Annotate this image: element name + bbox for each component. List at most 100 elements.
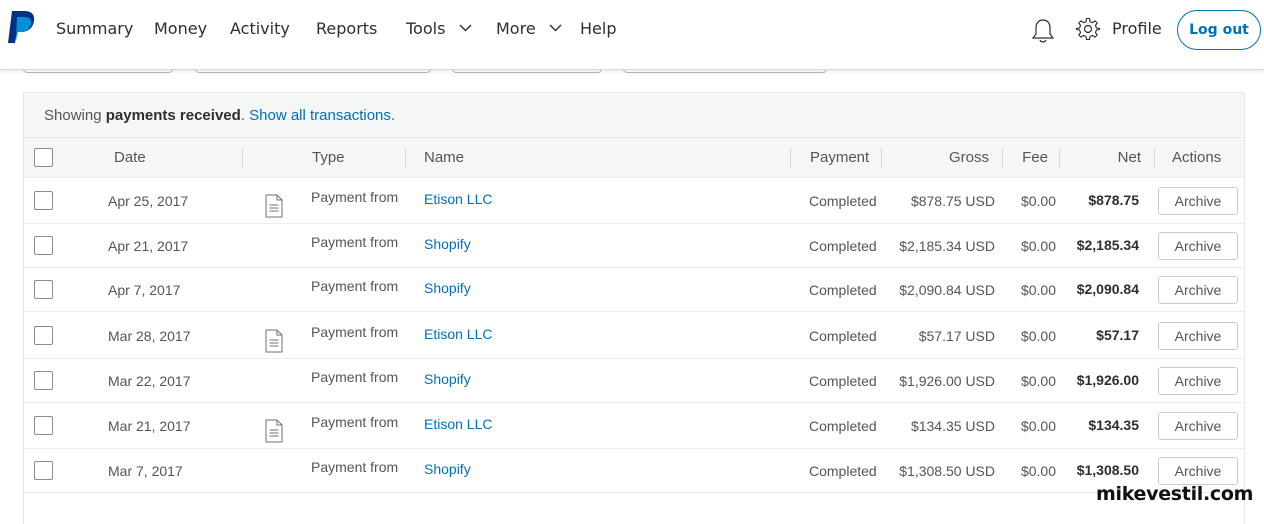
invoice-document-icon[interactable] [265, 194, 283, 218]
row-gross: $134.35 USD [910, 418, 995, 434]
row-name-link[interactable]: Etison LLC [424, 416, 492, 432]
gear-icon[interactable] [1076, 17, 1100, 41]
nav-tools[interactable]: Tools [406, 19, 472, 39]
row-payment-status: Completed [809, 373, 877, 389]
nav-tools-label: Tools [406, 19, 446, 38]
logout-button[interactable]: Log out [1177, 10, 1261, 50]
profile-link[interactable]: Profile [1112, 19, 1162, 38]
row-type: Payment from [311, 234, 399, 250]
row-name-link[interactable]: Shopify [424, 461, 471, 477]
show-all-transactions-link[interactable]: Show all transactions. [249, 107, 395, 124]
chevron-down-icon [459, 24, 472, 32]
header-type[interactable]: Type [312, 149, 345, 166]
bell-icon[interactable] [1031, 18, 1055, 44]
archive-button[interactable]: Archive [1158, 367, 1238, 395]
top-nav: Summary Money Activity Reports Tools Mor… [0, 0, 1264, 70]
table-row[interactable]: Apr 21, 2017 Payment from Shopify Completed… [24, 224, 1244, 268]
select-all-checkbox[interactable] [34, 148, 53, 167]
invoice-document-icon[interactable] [265, 329, 283, 353]
row-payment-status: Completed [809, 238, 877, 254]
row-date: Apr 25, 2017 [108, 193, 189, 209]
nav-help[interactable]: Help [580, 19, 616, 39]
table-row[interactable]: Apr 25, 2017 Payment from Etison LLC Comple… [24, 178, 1244, 224]
header-payment[interactable]: Payment [810, 149, 869, 166]
table-row[interactable]: Mar 21, 2017 Payment from Etison LLC Comple… [24, 403, 1244, 449]
nav-money[interactable]: Money [154, 19, 207, 39]
row-type: Payment from [311, 414, 399, 430]
banner-filter-name: payments received [105, 107, 241, 124]
row-type: Payment from [311, 459, 399, 475]
column-divider [1002, 148, 1003, 168]
row-net: $1,926.00 [1076, 372, 1139, 388]
row-payment-status: Completed [809, 463, 877, 479]
row-gross: $2,185.34 USD [899, 238, 995, 254]
row-type: Payment from [311, 324, 399, 340]
paypal-logo-icon[interactable] [7, 10, 37, 44]
row-gross: $57.17 USD [918, 328, 995, 344]
table-row[interactable]: Mar 22, 2017 Payment from Shopify Completed… [24, 359, 1244, 403]
row-fee: $0.00 [1020, 418, 1056, 434]
row-gross: $878.75 USD [910, 193, 995, 209]
row-name-link[interactable]: Etison LLC [424, 191, 492, 207]
row-gross: $2,090.84 USD [899, 282, 995, 298]
nav-activity[interactable]: Activity [230, 19, 290, 39]
row-payment-status: Completed [809, 328, 877, 344]
row-type: Payment from [311, 369, 399, 385]
archive-button[interactable]: Archive [1158, 232, 1238, 260]
header-actions: Actions [1172, 149, 1222, 166]
row-checkbox[interactable] [34, 191, 53, 210]
column-divider [242, 148, 243, 168]
chevron-down-icon [549, 24, 562, 32]
row-name-link[interactable]: Shopify [424, 371, 471, 387]
archive-button[interactable]: Archive [1158, 276, 1238, 304]
header-net[interactable]: Net [1118, 149, 1141, 166]
header-gross[interactable]: Gross [949, 149, 989, 166]
row-type: Payment from [311, 189, 399, 205]
nav-more[interactable]: More [496, 19, 562, 39]
row-checkbox[interactable] [34, 461, 53, 480]
transactions-panel: Showing payments received. Show all tran… [23, 92, 1245, 524]
row-payment-status: Completed [809, 418, 877, 434]
nav-summary[interactable]: Summary [56, 19, 133, 39]
row-net: $2,185.34 [1076, 237, 1139, 253]
table-row[interactable]: Mar 7, 2017 Payment from Shopify Completed $… [24, 449, 1244, 493]
row-net: $2,090.84 [1076, 281, 1139, 297]
nav-more-label: More [496, 19, 536, 38]
archive-button[interactable]: Archive [1158, 322, 1238, 350]
row-name-link[interactable]: Shopify [424, 280, 471, 296]
row-checkbox[interactable] [34, 371, 53, 390]
row-checkbox[interactable] [34, 416, 53, 435]
row-date: Mar 7, 2017 [108, 463, 183, 479]
row-gross: $1,926.00 USD [899, 373, 995, 389]
row-payment-status: Completed [809, 193, 877, 209]
row-payment-status: Completed [809, 282, 877, 298]
column-divider [1059, 148, 1060, 168]
row-checkbox[interactable] [34, 326, 53, 345]
column-divider [1154, 148, 1155, 168]
table-row[interactable]: Mar 28, 2017 Payment from Etison LLC Comple… [24, 312, 1244, 359]
row-net: $57.17 [1096, 327, 1139, 343]
header-fee[interactable]: Fee [1022, 149, 1048, 166]
banner-prefix: Showing [44, 107, 106, 124]
invoice-document-icon[interactable] [265, 419, 283, 443]
row-date: Mar 21, 2017 [108, 418, 191, 434]
banner-dot: . [240, 107, 250, 124]
table-row[interactable]: Apr 7, 2017 Payment from Shopify Completed $… [24, 268, 1244, 312]
header-date[interactable]: Date [114, 149, 146, 166]
row-fee: $0.00 [1020, 373, 1056, 389]
row-date: Apr 7, 2017 [108, 282, 181, 298]
row-net: $1,308.50 [1076, 462, 1139, 478]
archive-button[interactable]: Archive [1158, 457, 1238, 485]
nav-reports[interactable]: Reports [316, 19, 377, 39]
row-checkbox[interactable] [34, 236, 53, 255]
column-divider [405, 148, 406, 168]
row-net: $878.75 [1088, 192, 1139, 208]
archive-button[interactable]: Archive [1158, 187, 1238, 215]
row-name-link[interactable]: Shopify [424, 236, 471, 252]
header-name[interactable]: Name [424, 149, 464, 166]
row-checkbox[interactable] [34, 280, 53, 299]
row-date: Mar 22, 2017 [108, 373, 191, 389]
row-fee: $0.00 [1020, 328, 1056, 344]
archive-button[interactable]: Archive [1158, 412, 1238, 440]
row-name-link[interactable]: Etison LLC [424, 326, 492, 342]
